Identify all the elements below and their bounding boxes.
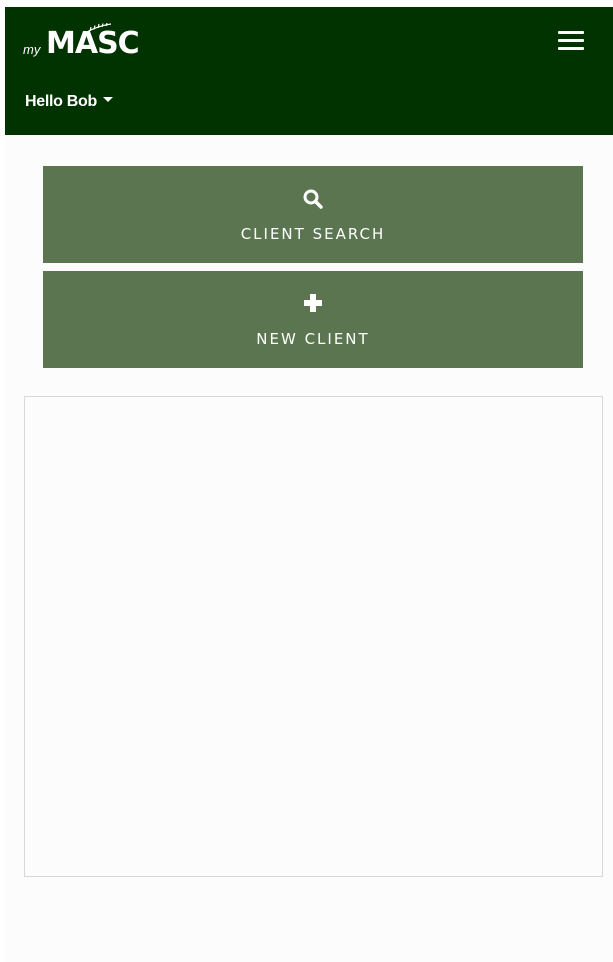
logo-prefix: my [23,42,41,57]
user-greeting: Hello Bob [25,93,97,110]
content-panel [24,396,603,877]
new-client-label: NEW CLIENT [256,330,370,348]
client-search-button[interactable]: CLIENT SEARCH [43,166,583,263]
page: my MASC Hello Bob CLIENT SEARCH NEW CLIE… [5,7,613,962]
wheat-logo-icon [84,23,112,34]
caret-down-icon [102,97,113,103]
plus-icon [43,293,583,315]
mymasc-logo[interactable]: my MASC [23,23,163,63]
new-client-button[interactable]: NEW CLIENT [43,271,583,368]
top-navbar: my MASC Hello Bob [5,7,613,135]
user-dropdown-toggle[interactable]: Hello Bob [25,93,113,111]
search-icon [43,188,583,210]
hamburger-menu-icon[interactable] [558,31,588,53]
client-search-label: CLIENT SEARCH [240,225,386,243]
